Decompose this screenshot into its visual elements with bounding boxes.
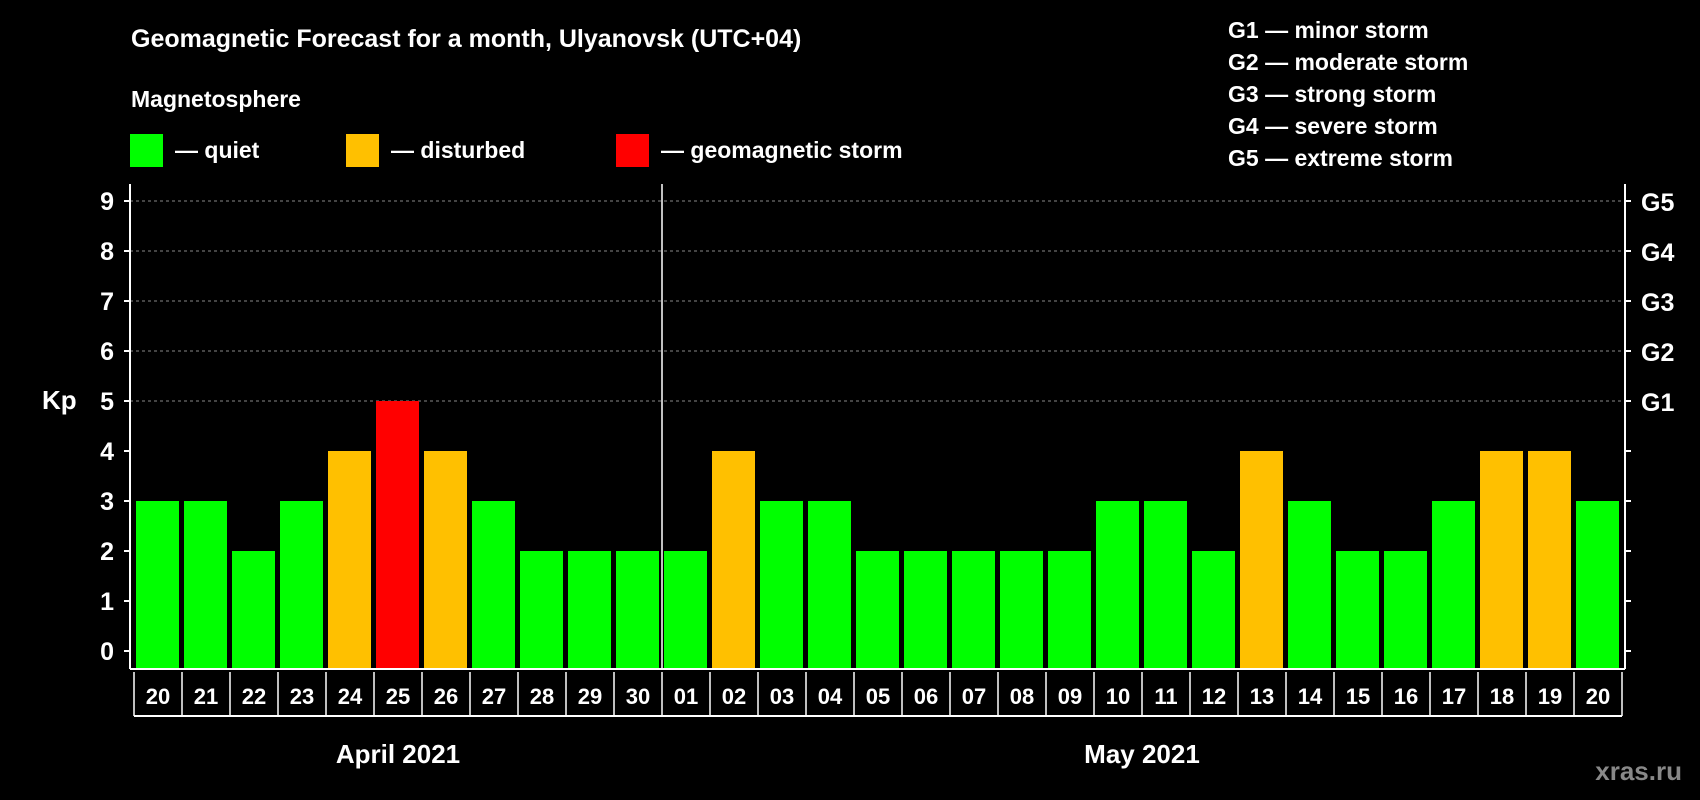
date-label: 02 xyxy=(722,684,746,709)
bar-7 xyxy=(472,501,515,669)
date-label: 01 xyxy=(674,684,698,709)
date-label: 29 xyxy=(578,684,602,709)
date-label: 27 xyxy=(482,684,506,709)
bar-5 xyxy=(376,401,419,669)
bar-11 xyxy=(664,551,707,669)
date-label: 22 xyxy=(242,684,266,709)
y-tick-label: 6 xyxy=(100,338,114,366)
bar-12 xyxy=(712,451,755,669)
bar-14 xyxy=(808,501,851,669)
bar-26 xyxy=(1384,551,1427,669)
bar-0 xyxy=(136,501,179,669)
date-label: 03 xyxy=(770,684,794,709)
date-label: 18 xyxy=(1490,684,1514,709)
y-tick-label: 7 xyxy=(100,288,114,316)
date-label: 06 xyxy=(914,684,938,709)
y-tick-label: 9 xyxy=(100,188,114,216)
bar-15 xyxy=(856,551,899,669)
date-label: 21 xyxy=(194,684,218,709)
y-axis-label: Kp xyxy=(42,385,77,415)
g-level-label: G3 xyxy=(1641,289,1674,317)
y-tick-label: 8 xyxy=(100,238,114,266)
g-level-label: G5 xyxy=(1641,189,1674,217)
date-label: 08 xyxy=(1010,684,1034,709)
month-label: April 2021 xyxy=(336,739,460,769)
bar-9 xyxy=(568,551,611,669)
bar-13 xyxy=(760,501,803,669)
date-label: 10 xyxy=(1106,684,1130,709)
watermark: xras.ru xyxy=(1595,756,1682,786)
date-label: 20 xyxy=(146,684,170,709)
y-tick-label: 5 xyxy=(100,388,114,416)
date-label: 16 xyxy=(1394,684,1418,709)
bar-10 xyxy=(616,551,659,669)
bar-29 xyxy=(1528,451,1571,669)
date-label: 04 xyxy=(818,684,843,709)
date-label: 11 xyxy=(1154,684,1177,709)
date-label: 20 xyxy=(1586,684,1610,709)
bar-22 xyxy=(1192,551,1235,669)
y-tick-label: 4 xyxy=(100,438,114,466)
bar-28 xyxy=(1480,451,1523,669)
y-tick-label: 1 xyxy=(100,588,114,616)
date-label: 09 xyxy=(1058,684,1082,709)
y-tick-label: 2 xyxy=(100,538,114,566)
bar-3 xyxy=(280,501,323,669)
kp-bar-chart: 0123456789G1G2G3G4G5Kp20 21 22 23 24 25 26 27 28… xyxy=(42,184,1674,769)
date-label: 28 xyxy=(530,684,554,709)
month-label: May 2021 xyxy=(1084,739,1200,769)
bar-20 xyxy=(1096,501,1139,669)
bar-18 xyxy=(1000,551,1043,669)
date-label: 25 xyxy=(386,684,410,709)
bar-30 xyxy=(1576,501,1619,669)
bar-6 xyxy=(424,451,467,669)
bar-27 xyxy=(1432,501,1475,669)
date-label: 26 xyxy=(434,684,458,709)
bar-17 xyxy=(952,551,995,669)
bar-4 xyxy=(328,451,371,669)
date-label: 15 xyxy=(1346,684,1370,709)
bar-23 xyxy=(1240,451,1283,669)
g-level-label: G4 xyxy=(1641,239,1674,267)
g-level-label: G1 xyxy=(1641,389,1674,417)
g-level-label: G2 xyxy=(1641,339,1674,367)
date-label: 12 xyxy=(1202,684,1226,709)
bar-8 xyxy=(520,551,563,669)
date-label: 19 xyxy=(1538,684,1562,709)
y-tick-label: 0 xyxy=(100,638,114,666)
bar-19 xyxy=(1048,551,1091,669)
date-label: 05 xyxy=(866,684,890,709)
date-label: 24 xyxy=(338,684,363,709)
date-label: 17 xyxy=(1442,684,1466,709)
date-label: 30 xyxy=(626,684,650,709)
bar-25 xyxy=(1336,551,1379,669)
date-label: 23 xyxy=(290,684,314,709)
date-label: 07 xyxy=(962,684,986,709)
y-tick-label: 3 xyxy=(100,488,114,516)
date-label: 14 xyxy=(1298,684,1323,709)
bar-24 xyxy=(1288,501,1331,669)
bar-16 xyxy=(904,551,947,669)
date-label: 13 xyxy=(1250,684,1274,709)
bar-21 xyxy=(1144,501,1187,669)
bar-2 xyxy=(232,551,275,669)
bar-1 xyxy=(184,501,227,669)
